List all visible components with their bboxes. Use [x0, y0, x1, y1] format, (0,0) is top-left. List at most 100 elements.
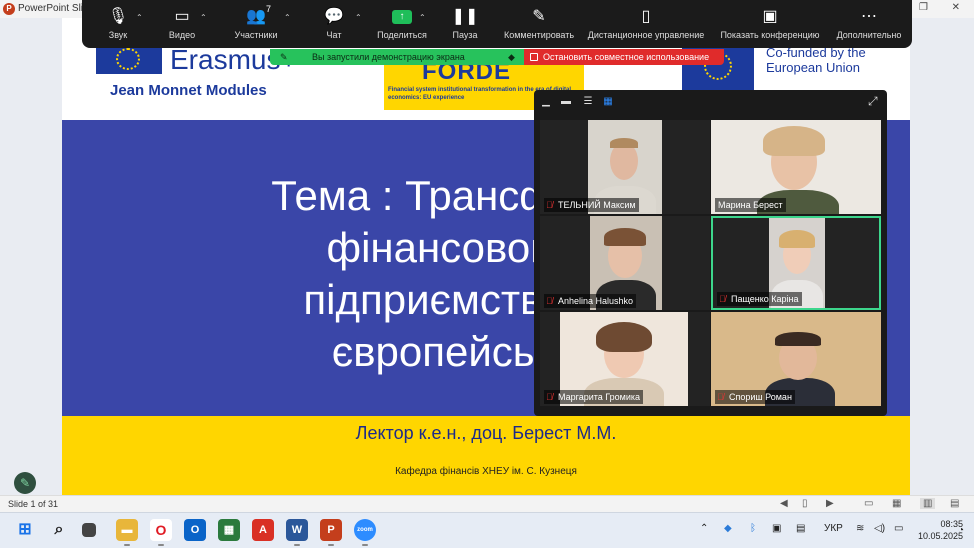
participant-name: 🎙̸ Спориш Роман — [715, 390, 795, 404]
expand-icon[interactable]: ⤢ — [868, 94, 878, 109]
clock-time: 08:35 — [940, 519, 964, 529]
close-icon[interactable]: ✕ — [952, 2, 960, 13]
bluetooth-icon[interactable]: ᛒ — [750, 523, 756, 534]
video-label: Видео — [168, 30, 196, 40]
participant-tile[interactable]: 🎙̸ Спориш Роман — [711, 312, 881, 406]
annotate-label: Комментировать — [503, 30, 575, 40]
chevron-up-icon[interactable]: ⌃ — [700, 523, 708, 534]
tray-app-icon[interactable]: ▤ — [796, 523, 805, 534]
remote-control-button[interactable]: ▯ Дистанционное управление — [584, 0, 708, 48]
powerpoint-taskbar-icon[interactable]: P — [320, 519, 342, 541]
show-conference-label: Показать конференцию — [720, 30, 820, 40]
participants-button[interactable]: 👥 Участники — [226, 0, 286, 48]
pin-icon: ✎ — [280, 52, 288, 62]
participant-name-text: Anhelina Halushko — [558, 296, 634, 306]
more-icon: ⋯ — [861, 8, 877, 25]
pen-icon[interactable]: ✎ — [14, 472, 36, 494]
gallery-view-icon[interactable]: ▦ — [600, 96, 616, 108]
share-button[interactable]: ↑ Поделиться — [372, 0, 432, 48]
participant-name-text: ТЕЛЬНИЙ Максим — [558, 200, 636, 210]
search-icon[interactable]: ⌕ — [48, 519, 70, 541]
security-icon[interactable]: ◆ — [724, 523, 732, 534]
battery-icon[interactable]: ▭ — [894, 523, 903, 534]
store-icon[interactable]: ▦ — [218, 519, 240, 541]
video-button[interactable]: ▭ Видео — [154, 0, 210, 48]
chat-button[interactable]: 💬 Чат — [306, 0, 362, 48]
participant-tile[interactable]: 🎙̸ Anhelina Halushko — [540, 216, 710, 310]
video-gallery: ▁ ▬ ☰ ▦ ⤢ 🎙̸ ТЕЛЬНИЙ Максим Марина Берес… — [534, 90, 887, 416]
wifi-icon[interactable]: ≋ — [856, 523, 864, 534]
pause-button[interactable]: ❚❚ Пауза — [442, 0, 488, 48]
sharing-banner[interactable]: ✎ Вы запустили демонстрацию экрана ◆ — [270, 49, 524, 65]
shield-icon: ◆ — [508, 52, 515, 62]
speaker-view-icon[interactable]: ▬ — [558, 96, 574, 108]
screen-icon: ▣ — [762, 8, 778, 25]
zoom-icon[interactable]: zoom — [354, 519, 376, 541]
lecturer-text: Лектор к.е.н., доц. Берест М.М. — [355, 423, 617, 443]
mouse-icon: ▯ — [641, 8, 651, 25]
stop-share-label: Остановить совместное использование — [543, 52, 710, 62]
windows-taskbar: ⊞ ⌕ ▬ O O ▦ A W P zoom ⌃ ◆ ᛒ ▣ ▤ УКР ≋ ◁… — [0, 512, 974, 548]
slide-sorter-icon[interactable]: ▯ — [802, 498, 808, 509]
language-indicator[interactable]: УКР — [824, 523, 843, 534]
file-explorer-icon[interactable]: ▬ — [116, 519, 138, 541]
stop-share-button[interactable]: Остановить совместное использование — [524, 49, 724, 65]
notifications-icon[interactable]: ◔ — [958, 525, 964, 536]
participant-name: 🎙̸ ТЕЛЬНИЙ Максим — [544, 198, 639, 212]
windows-start-icon[interactable]: ⊞ — [14, 519, 36, 541]
slideshow-icon[interactable]: ▤ — [950, 498, 959, 509]
participant-name: Марина Берест — [715, 198, 786, 212]
zoom-tray-icon[interactable]: ▣ — [772, 523, 781, 534]
outlook-icon[interactable]: O — [184, 519, 206, 541]
participant-tile[interactable]: 🎙̸ Маргарита Громика — [540, 312, 710, 406]
participant-name: 🎙̸ Пащенко Каріна — [717, 292, 802, 306]
muted-mic-icon: 🎙̸ — [719, 294, 726, 304]
share-caret-icon[interactable]: ⌃ — [419, 13, 426, 22]
slide-counter: Slide 1 of 31 — [8, 499, 59, 509]
clock[interactable]: 08:35 10.05.2025 — [918, 518, 963, 542]
chat-icon: 💬 — [324, 8, 344, 25]
participants-count: 7 — [266, 4, 272, 14]
participant-tile-active[interactable]: 🎙̸ Пащенко Каріна — [711, 216, 881, 310]
department-text: Кафедра фінансів ХНЕУ ім. С. Кузнеця — [395, 466, 577, 477]
reading-view-icon[interactable]: ▥ — [920, 498, 936, 509]
chat-caret-icon[interactable]: ⌃ — [355, 13, 362, 22]
participant-name-text: Марина Берест — [718, 200, 783, 210]
pen-icon: ✎ — [532, 8, 546, 25]
participant-name-text: Пащенко Каріна — [731, 294, 799, 304]
minimize-icon[interactable]: ▁ — [538, 96, 554, 108]
word-icon[interactable]: W — [286, 519, 308, 541]
previous-slide-icon[interactable]: ◀ — [780, 498, 788, 509]
participant-tile[interactable]: 🎙̸ ТЕЛЬНИЙ Максим — [540, 120, 710, 214]
audio-label: Звук — [108, 30, 128, 40]
video-caret-icon[interactable]: ⌃ — [200, 13, 207, 22]
restore-icon[interactable]: ❐ — [919, 2, 928, 13]
participant-tile[interactable]: Марина Берест — [711, 120, 881, 214]
grid-view-icon[interactable]: ▦ — [892, 498, 901, 509]
annotate-button[interactable]: ✎ Комментировать — [500, 0, 578, 48]
participant-name: 🎙̸ Маргарита Громика — [544, 390, 643, 404]
audio-button[interactable]: 🎙 Звук — [90, 0, 146, 48]
audio-caret-icon[interactable]: ⌃ — [136, 13, 143, 22]
share-screen-icon: ↑ — [392, 10, 412, 24]
next-slide-icon[interactable]: ▶ — [826, 498, 834, 509]
task-view-icon[interactable] — [82, 523, 96, 537]
participants-icon: 👥 — [246, 8, 266, 25]
powerpoint-status-bar: Slide 1 of 31 ◀ ▯ ▶ ▭ ▦ ▥ ▤ — [0, 495, 974, 512]
participant-name-text: Спориш Роман — [729, 392, 792, 402]
powerpoint-icon: P — [3, 3, 15, 15]
show-conference-button[interactable]: ▣ Показать конференцию — [716, 0, 824, 48]
opera-icon[interactable]: O — [150, 519, 172, 541]
share-label: Поделиться — [377, 30, 427, 40]
normal-view-icon[interactable]: ▭ — [864, 498, 873, 509]
pdf-reader-icon[interactable]: A — [252, 519, 274, 541]
strip-view-icon[interactable]: ☰ — [580, 96, 596, 108]
participants-label: Участники — [234, 30, 278, 40]
muted-mic-icon: 🎙̸ — [546, 392, 553, 402]
volume-icon[interactable]: ◁) — [874, 523, 885, 534]
more-button[interactable]: ⋯ Дополнительно — [832, 0, 906, 48]
remote-control-label: Дистанционное управление — [587, 30, 705, 40]
pause-icon: ❚❚ — [451, 8, 479, 25]
muted-mic-icon: 🎙̸ — [546, 296, 553, 306]
participants-caret-icon[interactable]: ⌃ — [284, 13, 291, 22]
